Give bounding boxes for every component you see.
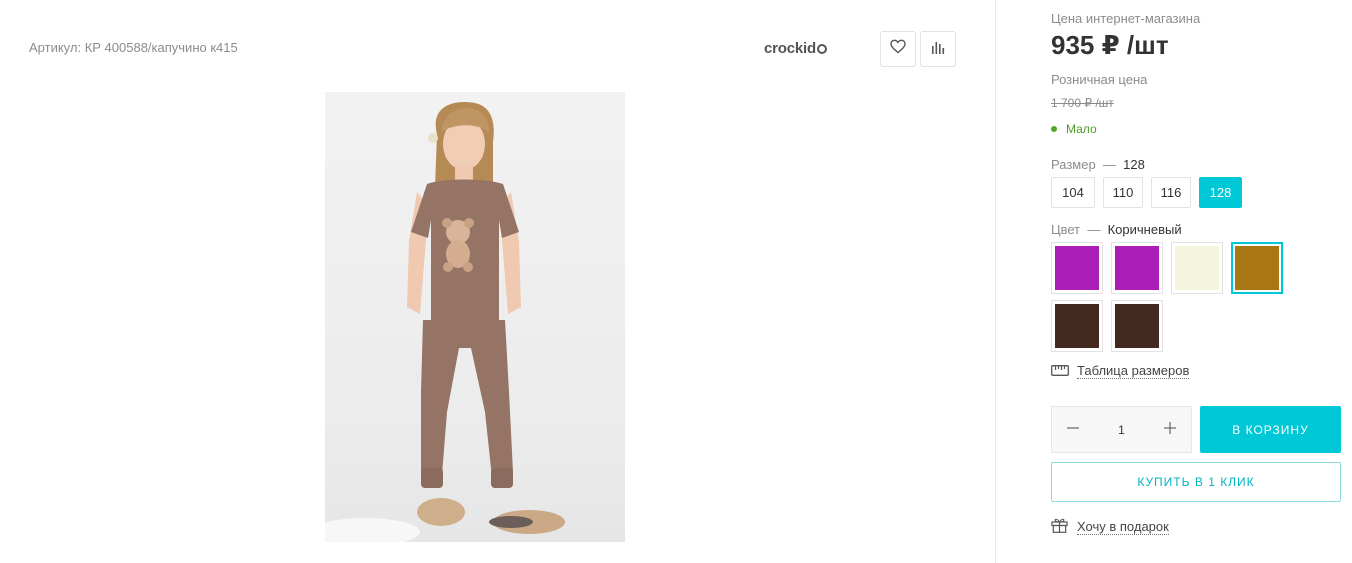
retail-price-label: Розничная цена	[1051, 72, 1148, 87]
bar-chart-icon	[931, 40, 945, 59]
heart-icon	[890, 39, 906, 59]
color-label-dash: —	[1087, 222, 1101, 237]
size-option-104[interactable]: 104	[1051, 177, 1095, 208]
size-label: Размер — 128	[1051, 157, 1145, 172]
size-options: 104 110 116 128	[1051, 177, 1242, 208]
product-photo-image	[325, 102, 565, 542]
retail-price: 1 700 ₽ /шт	[1051, 96, 1114, 110]
gift-wish-label: Хочу в подарок	[1077, 518, 1169, 535]
online-price-label: Цена интернет-магазина	[1051, 11, 1201, 26]
color-label-text: Цвет	[1051, 222, 1081, 237]
color-swatch-fill	[1235, 246, 1279, 290]
size-option-116[interactable]: 116	[1151, 177, 1191, 208]
buy-one-click-button[interactable]: КУПИТЬ В 1 КЛИК	[1051, 462, 1341, 502]
brand-logo[interactable]: crockid	[764, 40, 827, 57]
color-label: Цвет — Коричневый	[1051, 222, 1182, 237]
size-label-text: Размер	[1051, 157, 1096, 172]
color-swatch[interactable]	[1051, 242, 1103, 294]
color-swatch-fill	[1055, 246, 1099, 290]
color-swatch-selected[interactable]	[1231, 242, 1283, 294]
quantity-value[interactable]: 1	[1118, 423, 1125, 437]
color-swatch-fill	[1175, 246, 1219, 290]
favorite-button[interactable]	[880, 31, 916, 67]
stock-status: Мало	[1051, 122, 1097, 136]
quantity-stepper: 1	[1051, 406, 1192, 453]
size-table-link[interactable]: Таблица размеров	[1051, 363, 1190, 379]
size-option-128[interactable]: 128	[1199, 177, 1242, 208]
color-swatch[interactable]	[1051, 300, 1103, 352]
color-swatch-fill	[1115, 304, 1159, 348]
size-selected-value: 128	[1123, 157, 1145, 172]
color-selected-value: Коричневый	[1107, 222, 1182, 237]
stock-dot-icon	[1051, 126, 1057, 132]
compare-button[interactable]	[920, 31, 956, 67]
color-swatches	[1051, 242, 1341, 352]
increment-button[interactable]	[1159, 419, 1181, 441]
gift-icon	[1051, 517, 1068, 536]
brand-mark-icon	[816, 44, 827, 54]
panel-divider	[995, 0, 996, 563]
minus-icon	[1067, 421, 1079, 439]
product-sku: Артикул: КР 400588/капучино к415	[29, 40, 238, 55]
plus-icon	[1164, 421, 1176, 439]
brand-name: crockid	[764, 40, 816, 57]
size-option-110[interactable]: 110	[1103, 177, 1143, 208]
color-swatch[interactable]	[1171, 242, 1223, 294]
gift-wish-link[interactable]: Хочу в подарок	[1051, 517, 1169, 536]
color-swatch-fill	[1115, 246, 1159, 290]
online-price: 935 ₽ /шт	[1051, 30, 1169, 60]
ruler-icon	[1051, 364, 1069, 379]
color-swatch[interactable]	[1111, 300, 1163, 352]
color-swatch-fill	[1055, 304, 1099, 348]
add-to-cart-button[interactable]: В КОРЗИНУ	[1200, 406, 1341, 453]
size-table-label: Таблица размеров	[1077, 363, 1190, 379]
stock-status-text: Мало	[1066, 122, 1097, 136]
product-photo[interactable]	[325, 92, 625, 542]
size-label-dash: —	[1102, 157, 1116, 172]
color-swatch[interactable]	[1111, 242, 1163, 294]
decrement-button[interactable]	[1062, 419, 1084, 441]
